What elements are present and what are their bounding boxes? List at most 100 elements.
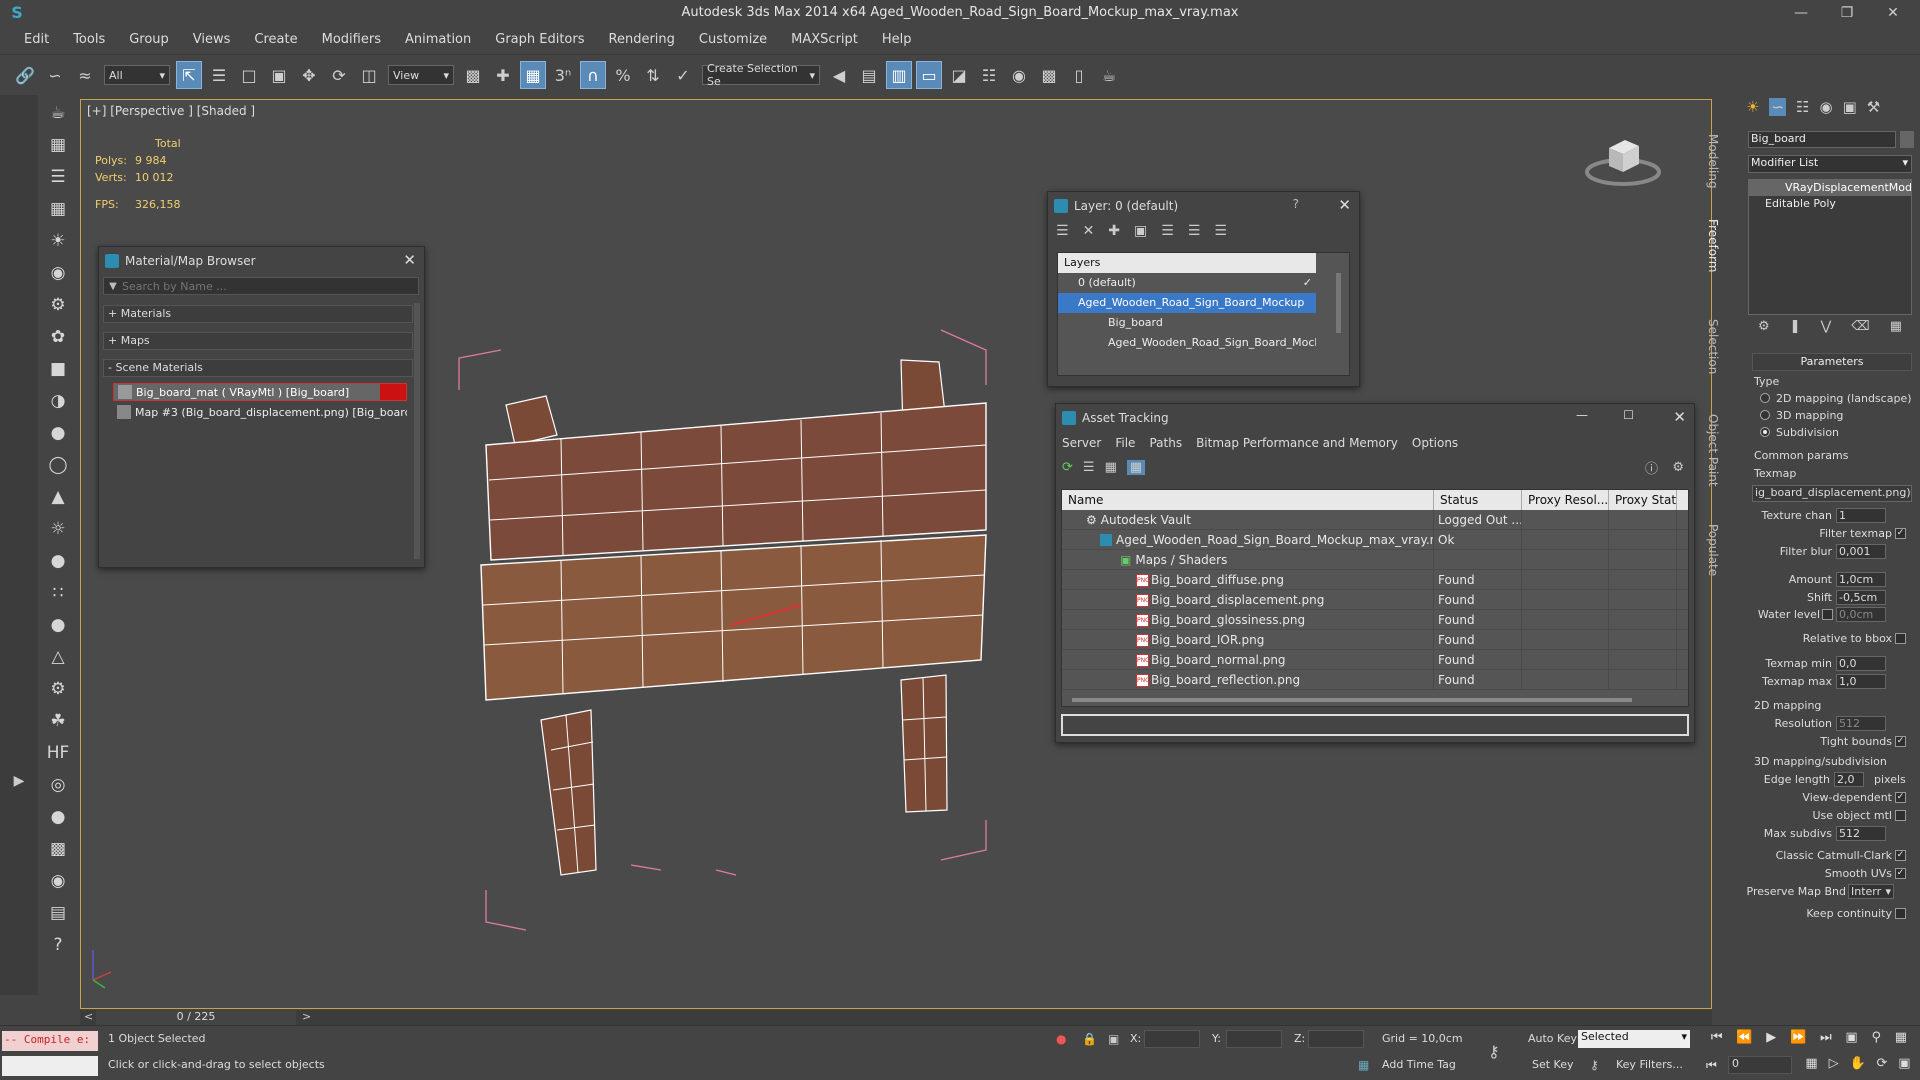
close-icon[interactable]: ✕ — [1673, 408, 1686, 426]
snaps-toggle-icon[interactable]: 3ⁿ — [550, 61, 576, 89]
rendered-frame-icon[interactable]: ▯ — [1066, 61, 1092, 89]
help-icon[interactable]: ? — [44, 931, 72, 959]
modify-tab-icon[interactable]: ∽ — [1769, 98, 1787, 116]
file-icon[interactable]: ▤ — [44, 899, 72, 927]
radio-subdivision[interactable] — [1760, 427, 1770, 437]
expand-icon[interactable]: ▶ — [6, 773, 32, 799]
col-status[interactable]: Status — [1434, 490, 1522, 510]
delete-layer-icon[interactable]: ✕ — [1083, 223, 1095, 239]
search-input[interactable] — [122, 279, 418, 293]
hair-icon[interactable]: HF — [44, 739, 72, 767]
key-icon[interactable]: ⚷ — [1488, 1042, 1500, 1061]
restore-icon[interactable]: ❐ — [1824, 0, 1870, 25]
max-subdivs-spinner[interactable]: 512 — [1836, 826, 1886, 841]
make-unique-icon[interactable]: ⋁ — [1821, 319, 1832, 339]
bind-space-warp-icon[interactable]: ≈ — [72, 61, 98, 89]
modifier-stack-item[interactable]: VRayDisplacementMod — [1749, 180, 1911, 196]
select-by-name-icon[interactable]: ☰ — [206, 61, 232, 89]
pan-icon[interactable]: ✋ — [1849, 1056, 1865, 1076]
col-proxy-status[interactable]: Proxy Status — [1609, 490, 1677, 510]
modifier-list-dropdown[interactable]: Modifier List ▾ — [1748, 155, 1912, 173]
set-key-icon[interactable]: ⚷ — [1590, 1058, 1599, 1072]
close-icon[interactable]: ✕ — [403, 251, 416, 269]
modifier-stack-item[interactable]: Editable Poly — [1749, 196, 1911, 212]
menu-bitmap-performance[interactable]: Bitmap Performance and Memory — [1196, 436, 1398, 450]
lock-icon[interactable]: 🔒 — [1082, 1032, 1097, 1046]
key-filters-button[interactable]: Key Filters... — [1616, 1058, 1683, 1071]
tab-freeform[interactable]: Freeform — [1706, 219, 1720, 272]
light-icon[interactable]: ☀ — [44, 227, 72, 255]
smooth-uvs-checkbox[interactable]: ✓ — [1895, 868, 1906, 879]
view-dependent-checkbox[interactable]: ✓ — [1895, 792, 1906, 803]
highlight-layer-icon[interactable]: ☰ — [1161, 223, 1174, 239]
motion-tab-icon[interactable]: ◉ — [1819, 98, 1832, 116]
menu-maxscript[interactable]: MAXScript — [791, 32, 858, 47]
tab-populate[interactable]: Populate — [1706, 524, 1720, 576]
auto-key-button[interactable]: Auto Key — [1528, 1032, 1577, 1045]
layer-manager-icon[interactable]: ▥ — [886, 61, 912, 89]
table-view-icon[interactable]: ▦ — [1126, 459, 1146, 475]
water-level-checkbox[interactable] — [1822, 609, 1833, 620]
vray-icon[interactable]: ◉ — [44, 867, 72, 895]
select-object-icon[interactable]: ⇱ — [176, 61, 202, 89]
cone-icon[interactable]: ▲ — [44, 483, 72, 511]
layer-row-selected[interactable]: Aged_Wooden_Road_Sign_Board_Mockup — [1058, 293, 1316, 313]
curve-editor-icon[interactable]: ◪ — [946, 61, 972, 89]
time-tag-icon[interactable]: ▦ — [1358, 1058, 1369, 1072]
goto-start-icon[interactable]: ⏮ — [1711, 1030, 1723, 1050]
col-name[interactable]: Name — [1062, 490, 1434, 510]
display-tab-icon[interactable]: ▣ — [1843, 98, 1857, 116]
sphere-icon[interactable]: ● — [44, 419, 72, 447]
material-sphere-icon[interactable]: ● — [44, 803, 72, 831]
table-icon[interactable]: ▦ — [44, 195, 72, 223]
section-materials[interactable]: + Materials — [103, 305, 413, 323]
layer-object-row[interactable]: Aged_Wooden_Road_Sign_Board_Mockup — [1058, 333, 1316, 353]
mirror-icon[interactable]: ◀ — [826, 61, 852, 89]
scrollbar[interactable] — [1336, 273, 1341, 333]
prev-frame-icon[interactable]: ⏪ — [1736, 1030, 1752, 1050]
hide-all-icon[interactable]: ☰ — [1188, 223, 1201, 239]
helper-icon[interactable]: ⚙ — [44, 291, 72, 319]
section-maps[interactable]: + Maps — [103, 332, 413, 350]
orbit-icon[interactable]: ⟳ — [1876, 1056, 1887, 1076]
list-view-icon[interactable]: ☰ — [1083, 460, 1095, 475]
table-row[interactable]: PNGBig_board_glossiness.png Found — [1062, 609, 1688, 630]
table-row[interactable]: PNGBig_board_IOR.png Found — [1062, 629, 1688, 650]
gear-icon[interactable]: ⚙ — [44, 675, 72, 703]
table-row[interactable]: Aged_Wooden_Road_Sign_Board_Mockup_max_v… — [1062, 529, 1688, 550]
minimize-icon[interactable]: — — [1576, 408, 1588, 422]
scale-icon[interactable]: ◫ — [356, 61, 382, 89]
pin-stack-icon[interactable]: ⚙ — [1758, 319, 1770, 339]
utilities-tab-icon[interactable]: ⚒ — [1867, 98, 1880, 116]
relative-bbox-checkbox[interactable] — [1895, 633, 1906, 644]
dynamics-icon[interactable]: ● — [44, 611, 72, 639]
menu-group[interactable]: Group — [129, 32, 169, 47]
named-selection-dropdown[interactable]: Create Selection Se ▾ — [702, 62, 820, 88]
menu-graph-editors[interactable]: Graph Editors — [495, 32, 584, 47]
layer-dialog-titlebar[interactable]: Layer: 0 (default) ? ✕ — [1048, 192, 1359, 220]
asset-tracking-titlebar[interactable]: Asset Tracking — ☐ ✕ — [1056, 404, 1694, 432]
use-object-mtl-checkbox[interactable] — [1895, 810, 1906, 821]
maximize-icon[interactable]: ☐ — [1623, 408, 1634, 422]
amount-spinner[interactable]: 1,0cm — [1836, 572, 1886, 587]
link-icon[interactable]: 🔗 — [12, 61, 38, 89]
menu-tools[interactable]: Tools — [73, 32, 105, 47]
selection-filter-dropdown[interactable]: All ▾ — [104, 65, 170, 85]
horizontal-scrollbar[interactable] — [1072, 698, 1632, 702]
minimize-icon[interactable]: — — [1778, 0, 1824, 25]
menu-file[interactable]: File — [1115, 436, 1135, 450]
menu-server[interactable]: Server — [1062, 436, 1101, 450]
add-time-tag[interactable]: Add Time Tag — [1382, 1058, 1456, 1071]
menu-modifiers[interactable]: Modifiers — [322, 32, 381, 47]
menu-views[interactable]: Views — [193, 32, 231, 47]
search-options-icon[interactable]: ▼ — [104, 281, 122, 292]
rect-selection-icon[interactable]: □ — [236, 61, 262, 89]
asset-path-field[interactable] — [1061, 714, 1689, 736]
hemisphere-icon[interactable]: ◑ — [44, 387, 72, 415]
time-next-icon[interactable]: > — [302, 1010, 311, 1023]
show-end-result-icon[interactable]: ❚ — [1790, 319, 1801, 339]
help-icon[interactable]: ⓘ — [1645, 458, 1658, 477]
schematic-view-icon[interactable]: ☷ — [976, 61, 1002, 89]
select-layer-icon[interactable]: ▣ — [1134, 223, 1147, 239]
goto-end-icon[interactable]: ⏭ — [1820, 1030, 1832, 1050]
